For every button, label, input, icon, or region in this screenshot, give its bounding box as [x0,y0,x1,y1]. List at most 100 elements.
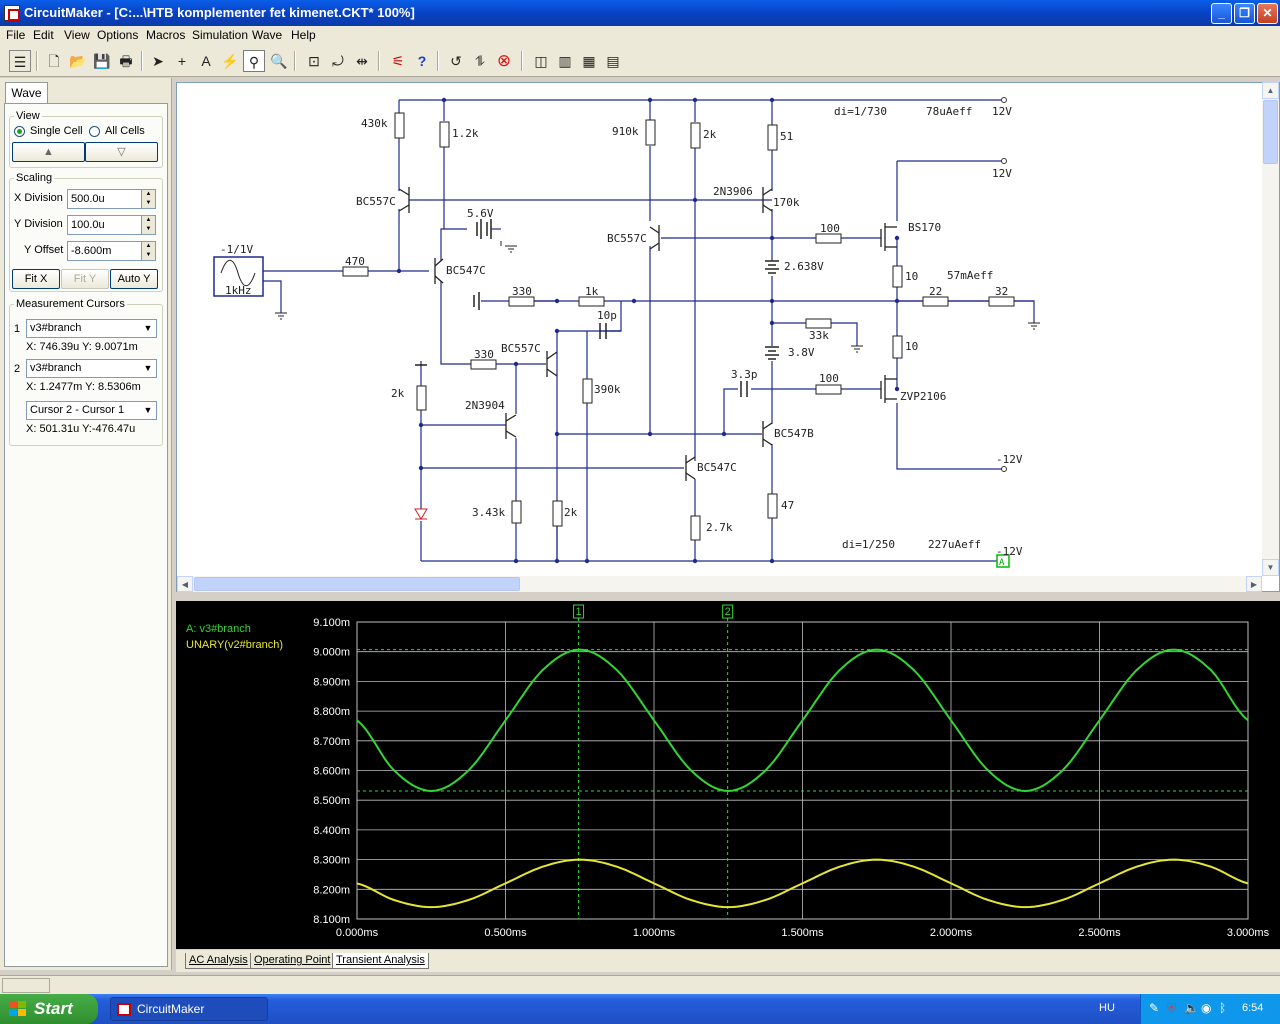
fit-x-button[interactable]: Fit X [12,269,60,289]
security-icon[interactable]: ◉ [1201,1001,1211,1015]
menu-options[interactable]: Options [97,28,138,42]
x-tick-label: 1.500ms [781,927,824,939]
fit-view-icon[interactable]: ⊡ [303,50,325,72]
label-bc547b: BC547B [774,427,814,440]
print-icon[interactable]: 🖶 [115,50,137,72]
trace-1-point [1173,649,1175,651]
x-tick-label: 0.000ms [336,927,379,939]
tab-wave[interactable]: Wave [5,82,48,104]
maximize-button[interactable]: ❐ [1234,3,1255,24]
label-current-bottom: 227uAeff [928,538,981,551]
menu-simulation[interactable]: Simulation [192,28,248,42]
auto-y-button[interactable]: Auto Y [110,269,158,289]
chart-grid [356,621,1249,920]
netlist-icon[interactable]: ⚟ [387,50,409,72]
scroll-left-icon[interactable]: ◀ [177,576,193,592]
title-bar: CircuitMaker - [C:...\HTB komplementer f… [0,0,1280,26]
y-offset-input[interactable]: -8.600m ▲ ▼ [67,241,156,261]
trace-1-point [876,649,878,651]
scroll-right-icon[interactable]: ▶ [1246,576,1262,592]
chevron-down-icon[interactable]: ▼ [140,360,156,377]
save-icon[interactable]: 💾 [91,50,113,72]
cursor-diff-select[interactable]: Cursor 2 - Cursor 1 ▼ [26,401,157,420]
lightning-icon[interactable]: ⚡ [219,50,241,72]
cursor-1-select[interactable]: v3#branch ▼ [26,319,157,338]
window-2-icon[interactable]: ▥ [554,50,576,72]
window-1-icon[interactable]: ◫ [530,50,552,72]
y-division-spin-icon[interactable]: ▲ ▼ [141,216,155,234]
menu-wave[interactable]: Wave [252,28,282,42]
new-file-icon[interactable]: 🗋 [43,50,65,72]
y-tick-label: 8.900m [313,676,350,688]
waveform-view[interactable]: 9.100m 9.000m 8.900m 8.800m 8.700m 8.600m 8.50… [176,601,1280,949]
stop-simulation-icon[interactable]: ⊗ [493,50,515,72]
horizontal-scroll-thumb[interactable] [194,577,520,591]
y-offset-spin-icon[interactable]: ▲ ▼ [141,242,155,260]
menu-view[interactable]: View [64,28,90,42]
language-indicator[interactable]: HU [1099,1002,1115,1014]
wire-tool-icon[interactable]: + [171,50,193,72]
reset-icon[interactable]: ↺ [445,50,467,72]
tab-ac-analysis[interactable]: AC Analysis [185,953,252,969]
y-tick-label: 8.100m [313,914,350,926]
app-icon[interactable] [4,5,20,21]
trace-2-point [913,866,915,868]
chevron-down-icon[interactable]: ▼ [140,320,156,337]
chevron-down-icon[interactable]: ▼ [140,402,156,419]
menu-file[interactable]: File [6,28,25,42]
network-icon[interactable]: ✎ [1149,1001,1159,1015]
pane-splitter[interactable] [176,592,1280,601]
y-division-input[interactable]: 100.0u ▲ ▼ [67,215,156,235]
zoom-icon[interactable]: 🔍 [268,50,290,72]
trace-2-point [839,866,841,868]
label-source: -1/1V [220,243,253,256]
x-division-input[interactable]: 500.0u ▲ ▼ [67,189,156,209]
text-tool-icon[interactable]: A [195,50,217,72]
rotate-icon[interactable]: ⤾ [327,50,349,72]
scroll-down-icon[interactable]: ▼ [1262,559,1279,576]
schematic-horizontal-scrollbar[interactable]: ◀ ▶ [177,576,1262,592]
all-cells-radio[interactable] [89,126,100,137]
taskbar: Start CircuitMaker HU ✎ ⛨ 🔈 ◉ ᛒ 6:54 [0,994,1280,1024]
cell-up-button[interactable]: ▲ [12,142,85,162]
cell-down-button[interactable]: ▽ [85,142,158,162]
menu-edit[interactable]: Edit [33,28,54,42]
tab-operating-point[interactable]: Operating Point [250,953,335,969]
bluetooth-icon[interactable]: ᛒ [1219,1001,1226,1015]
legend-trace-2[interactable]: UNARY(v2#branch) [186,639,283,651]
help-icon[interactable]: ? [411,50,433,72]
vertical-scroll-thumb[interactable] [1263,100,1278,164]
trace-2-point [653,882,655,884]
window-3-icon[interactable]: ▦ [578,50,600,72]
single-cell-radio[interactable] [14,126,25,137]
volume-icon[interactable]: 🔈 [1184,1001,1199,1015]
arrow-select-icon[interactable]: ➤ [147,50,169,72]
schematic-canvas[interactable]: 430k 1.2k 910k 2k 51 BC557C 2N3906 170k … [176,82,1280,592]
close-button[interactable]: ✕ [1257,3,1278,24]
label-12v-a: 12V [992,105,1012,118]
x-division-spin-icon[interactable]: ▲ ▼ [141,190,155,208]
schematic-vertical-scrollbar[interactable]: ▲ ▼ [1262,82,1279,576]
start-button[interactable]: Start [0,994,98,1024]
step-icon[interactable]: ⥮ [469,50,491,72]
menu-macros[interactable]: Macros [146,28,185,42]
shield-icon[interactable]: ⛨ [1167,1001,1176,1016]
open-folder-icon[interactable]: 📂 [67,50,89,72]
minimize-button[interactable]: _ [1211,3,1232,24]
label-51: 51 [780,130,793,143]
menu-help[interactable]: Help [291,28,316,42]
taskbar-app-circuitmaker[interactable]: CircuitMaker [110,997,268,1021]
tab-transient-analysis[interactable]: Transient Analysis [332,953,429,969]
label-current-out: 57mAeff [947,269,993,282]
trace-2-point [987,899,989,901]
probe-icon[interactable]: ⚲ [243,50,265,72]
window-4-icon[interactable]: ▤ [602,50,624,72]
trace-1-point [801,719,804,721]
scroll-up-icon[interactable]: ▲ [1262,82,1279,99]
cursor-2-select[interactable]: v3#branch ▼ [26,359,157,378]
mirror-icon[interactable]: ⇹ [351,50,373,72]
legend-trace-1[interactable]: A: v3#branch [186,623,251,635]
fit-y-button[interactable]: Fit Y [61,269,109,289]
toggle-panel-icon[interactable]: ☰ [9,50,31,72]
trace-2-point [616,866,618,868]
